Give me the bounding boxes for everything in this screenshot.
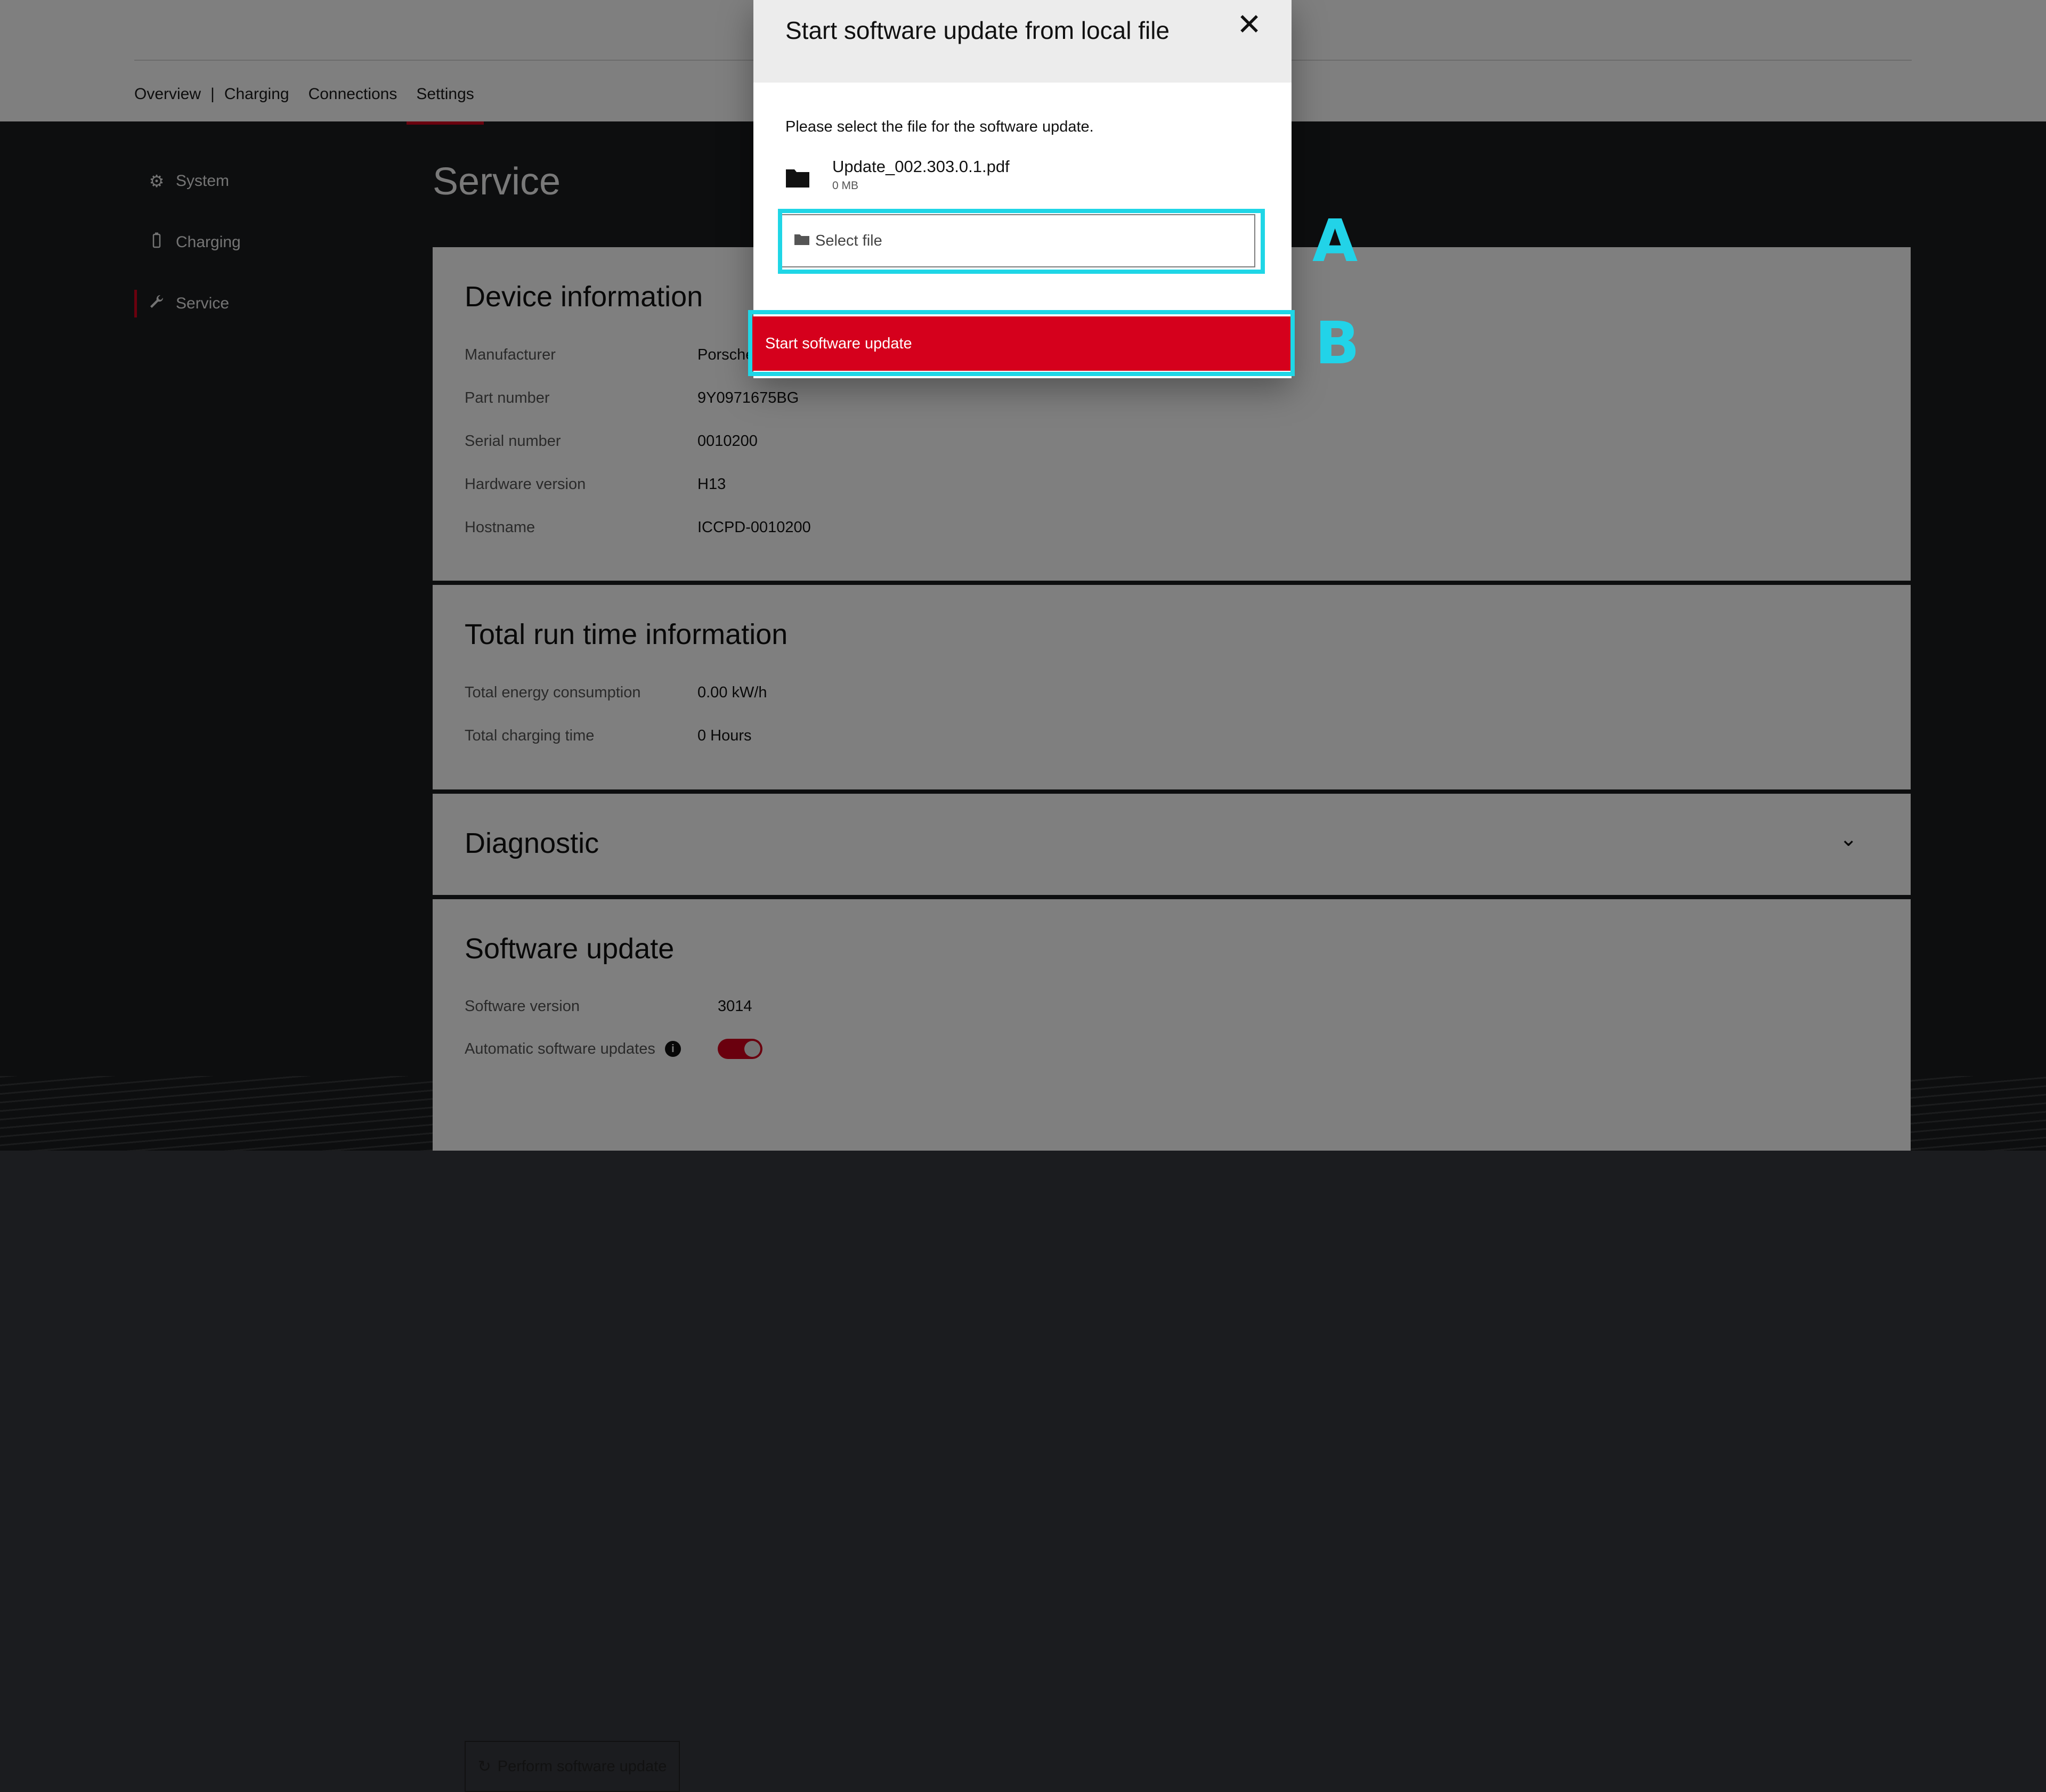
- file-size: 0 MB: [832, 180, 859, 192]
- dialog-instruction: Please select the file for the software …: [785, 118, 1094, 135]
- annotation-label-b: B: [1315, 309, 1360, 377]
- dialog-header: Start software update from local file ✕: [753, 0, 1292, 83]
- annotation-label-a: A: [1312, 207, 1358, 275]
- close-icon[interactable]: ✕: [1237, 10, 1262, 39]
- perform-software-update-button[interactable]: ↻ Perform software update: [465, 1741, 680, 1792]
- highlight-box-b: [748, 310, 1295, 376]
- button-label: Perform software update: [497, 1757, 667, 1775]
- file-name: Update_002.303.0.1.pdf: [832, 157, 1010, 176]
- refresh-icon: ↻: [477, 1757, 491, 1775]
- highlight-box-a: [778, 209, 1265, 274]
- selected-file: Update_002.303.0.1.pdf 0 MB: [785, 157, 1010, 192]
- folder-icon: [785, 167, 814, 188]
- dialog-title: Start software update from local file: [785, 17, 1170, 44]
